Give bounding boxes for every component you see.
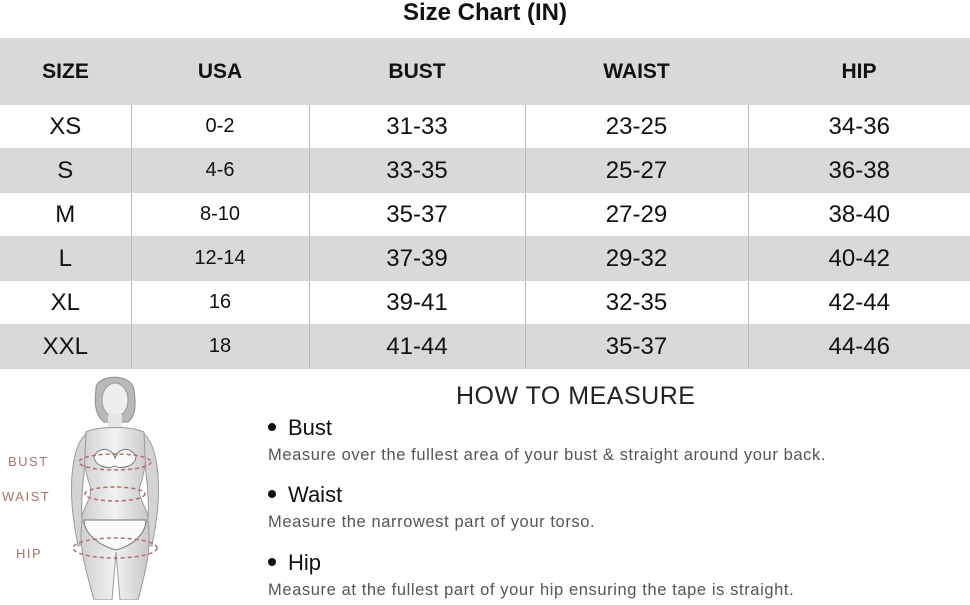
table-row: L 12-14 37-39 29-32 40-42: [0, 236, 970, 281]
cell-usa: 0-2: [131, 105, 310, 149]
cell-usa: 12-14: [131, 236, 310, 281]
cell-size: XS: [0, 105, 132, 149]
waist-heading: Waist: [268, 482, 342, 508]
cell-hip: 44-46: [748, 324, 970, 369]
cell-bust: 31-33: [309, 105, 526, 149]
size-chart-table: SIZE USA BUST WAIST HIP XS 0-2 31-33 23-…: [0, 38, 970, 369]
bust-label: BUST: [8, 454, 49, 469]
table-header-row: SIZE USA BUST WAIST HIP: [0, 38, 970, 105]
cell-size: XXL: [0, 324, 132, 369]
header-hip: HIP: [748, 38, 970, 105]
cell-bust: 35-37: [309, 192, 526, 237]
how-to-measure-title: HOW TO MEASURE: [456, 382, 696, 410]
cell-hip: 36-38: [748, 148, 970, 193]
cell-hip: 38-40: [748, 192, 970, 237]
header-size: SIZE: [0, 38, 131, 105]
header-bust: BUST: [309, 38, 525, 105]
cell-waist: 35-37: [525, 324, 749, 369]
cell-bust: 33-35: [309, 148, 526, 193]
cell-hip: 42-44: [748, 280, 970, 325]
cell-waist: 23-25: [525, 105, 749, 149]
waist-label: WAIST: [2, 489, 51, 504]
body-silhouette-icon: [71, 376, 159, 601]
bullet-icon: [268, 423, 276, 432]
table-row: S 4-6 33-35 25-27 36-38: [0, 148, 970, 193]
cell-usa: 4-6: [131, 148, 310, 193]
bullet-icon: [268, 490, 276, 499]
waist-heading-label: Waist: [288, 482, 343, 507]
cell-bust: 41-44: [309, 324, 526, 369]
bust-heading-label: Bust: [288, 415, 333, 440]
cell-waist: 25-27: [525, 148, 749, 193]
cell-hip: 34-36: [748, 105, 970, 149]
page-title: Size Chart (IN): [402, 0, 567, 26]
waist-description: Measure the narrowest part of your torso…: [268, 513, 596, 531]
table-row: M 8-10 35-37 27-29 38-40: [0, 192, 970, 237]
header-usa: USA: [131, 38, 309, 105]
cell-size: S: [0, 148, 132, 193]
cell-size: L: [0, 236, 132, 281]
header-waist: WAIST: [525, 38, 748, 105]
bust-heading: Bust: [268, 415, 332, 441]
cell-usa: 16: [131, 280, 310, 325]
cell-waist: 32-35: [525, 280, 749, 325]
table-row: XL 16 39-41 32-35 42-44: [0, 280, 970, 325]
hip-description: Measure at the fullest part of your hip …: [268, 581, 795, 599]
bust-description: Measure over the fullest area of your bu…: [268, 446, 827, 464]
hip-label: HIP: [16, 546, 43, 561]
body-figure-illustration: BUST WAIST HIP: [0, 370, 250, 601]
table-row: XS 0-2 31-33 23-25 34-36: [0, 105, 970, 149]
cell-hip: 40-42: [748, 236, 970, 281]
cell-waist: 27-29: [525, 192, 749, 237]
hip-heading-label: Hip: [288, 550, 322, 575]
bullet-icon: [268, 558, 276, 567]
cell-size: M: [0, 192, 132, 237]
cell-usa: 18: [131, 324, 310, 369]
hip-heading: Hip: [268, 550, 321, 576]
cell-bust: 39-41: [309, 280, 526, 325]
cell-waist: 29-32: [525, 236, 749, 281]
cell-usa: 8-10: [131, 192, 310, 237]
table-row: XXL 18 41-44 35-37 44-46: [0, 324, 970, 369]
cell-size: XL: [0, 280, 132, 325]
cell-bust: 37-39: [309, 236, 526, 281]
